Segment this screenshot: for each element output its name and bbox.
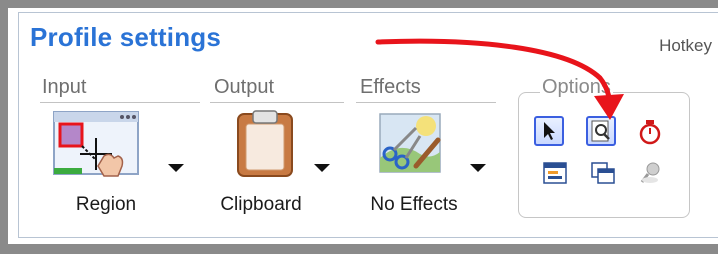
annotation-arrow — [375, 38, 624, 120]
profile-settings-panel: Profile settings Hotkey Input Region Out… — [8, 8, 718, 244]
